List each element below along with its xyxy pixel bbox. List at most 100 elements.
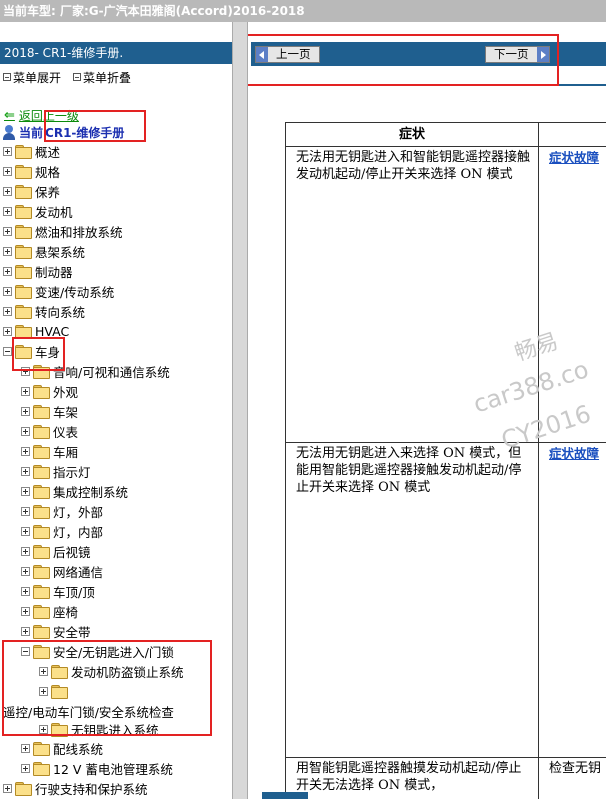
tree-item[interactable]: 行驶支持和保护系统 xyxy=(3,778,148,798)
tree-item[interactable]: 车顶/顶 xyxy=(21,581,95,601)
tree-item[interactable]: 制动器 xyxy=(3,261,73,281)
tree-item[interactable]: 灯，内部 xyxy=(21,521,103,541)
expand-toggle-icon[interactable] xyxy=(21,546,30,556)
expand-toggle-icon[interactable] xyxy=(21,566,30,576)
folder-icon xyxy=(15,225,32,239)
expand-toggle-icon[interactable] xyxy=(3,146,12,156)
expand-toggle-icon[interactable] xyxy=(3,326,12,336)
symptom-troubleshooting-link[interactable]: 症状故障 xyxy=(549,446,599,461)
tree-item-body[interactable]: 车身 xyxy=(3,341,60,361)
expand-toggle-icon[interactable] xyxy=(3,266,12,276)
folder-icon xyxy=(33,762,50,776)
expand-toggle-icon[interactable] xyxy=(21,366,30,376)
tree-item[interactable]: 网络通信 xyxy=(21,561,103,581)
expand-toggle-icon[interactable] xyxy=(21,526,30,536)
tree-item[interactable]: 规格 xyxy=(3,161,60,181)
back-link[interactable]: ⇐ 返回上一级 xyxy=(4,107,79,123)
folder-open-icon xyxy=(15,345,32,359)
tree-item[interactable] xyxy=(39,681,71,701)
tree-item[interactable]: 车架 xyxy=(21,401,78,421)
expand-toggle-icon[interactable] xyxy=(39,666,48,676)
tree-item[interactable]: 发动机 xyxy=(3,201,73,221)
tree-item-remote-check[interactable]: 遥控/电动车门锁/安全系统检查 xyxy=(3,701,174,721)
prev-page-button[interactable]: 上一页 xyxy=(255,46,320,63)
folder-icon xyxy=(15,165,32,179)
tree-item[interactable]: 座椅 xyxy=(21,601,78,621)
horizontal-scroll-thumb[interactable] xyxy=(262,792,308,799)
window-title: 当前车型: 厂家:G-广汽本田雅阁(Accord)2016-2018 xyxy=(0,0,606,22)
next-page-button[interactable]: 下一页 xyxy=(485,46,550,63)
expand-toggle-icon[interactable] xyxy=(21,606,30,616)
tree-item[interactable]: 发动机防盗锁止系统 xyxy=(39,661,184,681)
expand-toggle-icon[interactable] xyxy=(21,586,30,596)
expand-toggle-icon[interactable] xyxy=(21,386,30,396)
collapse-toggle-icon[interactable] xyxy=(3,346,12,356)
user-icon xyxy=(2,124,16,140)
expand-toggle-icon[interactable] xyxy=(21,486,30,496)
expand-toggle-icon[interactable] xyxy=(3,206,12,216)
folder-icon xyxy=(33,525,50,539)
content-pane: 上一页 下一页 症状 无法用无钥匙进入和智能钥匙遥控器接触发动机起动/停止开关来… xyxy=(248,22,606,799)
collapse-all-button[interactable]: 菜单折叠 xyxy=(73,69,131,86)
folder-icon xyxy=(15,285,32,299)
folder-icon xyxy=(15,265,32,279)
expand-toggle-icon[interactable] xyxy=(21,466,30,476)
expand-toggle-icon[interactable] xyxy=(3,783,12,793)
expand-toggle-icon[interactable] xyxy=(39,686,48,696)
expand-toggle-icon[interactable] xyxy=(3,286,12,296)
tree-item[interactable]: 灯，外部 xyxy=(21,501,103,521)
tree-item[interactable]: 外观 xyxy=(21,381,78,401)
collapse-toggle-icon[interactable] xyxy=(21,646,30,656)
action-cell: 症状故障 xyxy=(538,442,606,758)
expand-toggle-icon[interactable] xyxy=(3,166,12,176)
expand-toggle-icon[interactable] xyxy=(3,246,12,256)
tree-item[interactable]: 燃油和排放系统 xyxy=(3,221,123,241)
expand-collapse-row: 菜单展开 菜单折叠 xyxy=(3,69,139,85)
tree-item[interactable]: 保养 xyxy=(3,181,60,201)
pane-splitter[interactable] xyxy=(232,22,248,799)
folder-icon xyxy=(33,585,50,599)
tree-item[interactable]: 配线系统 xyxy=(21,738,103,758)
collapse-icon xyxy=(73,73,82,81)
tree-item[interactable]: 12 V 蓄电池管理系统 xyxy=(21,758,173,778)
expand-toggle-icon[interactable] xyxy=(21,406,30,416)
tree-item[interactable]: 仪表 xyxy=(21,421,78,441)
expand-toggle-icon[interactable] xyxy=(39,724,48,734)
folder-icon xyxy=(33,545,50,559)
expand-toggle-icon[interactable] xyxy=(3,186,12,196)
tree-item[interactable]: 车厢 xyxy=(21,441,78,461)
expand-toggle-icon[interactable] xyxy=(21,446,30,456)
folder-icon xyxy=(33,385,50,399)
arrow-left-icon xyxy=(256,47,268,62)
expand-toggle-icon[interactable] xyxy=(21,626,30,636)
tree-item[interactable]: 指示灯 xyxy=(21,461,91,481)
current-manual-name: CR1-维修手册 xyxy=(45,125,125,140)
folder-icon xyxy=(33,365,50,379)
folder-icon xyxy=(33,465,50,479)
tree-item[interactable]: 悬架系统 xyxy=(3,241,85,261)
tree-item-security[interactable]: 安全/无钥匙进入/门锁 xyxy=(21,641,174,661)
folder-icon xyxy=(33,625,50,639)
expand-all-button[interactable]: 菜单展开 xyxy=(3,69,61,86)
folder-icon xyxy=(33,565,50,579)
tree-item[interactable]: 无钥匙进入系统 xyxy=(39,719,159,739)
folder-icon xyxy=(51,685,68,699)
expand-toggle-icon[interactable] xyxy=(3,226,12,236)
tree-item[interactable]: 后视镜 xyxy=(21,541,91,561)
expand-toggle-icon[interactable] xyxy=(21,426,30,436)
tree-item[interactable]: 转向系统 xyxy=(3,301,85,321)
tree-item[interactable]: HVAC xyxy=(3,321,69,341)
symptom-troubleshooting-link[interactable]: 症状故障 xyxy=(549,150,599,165)
tree-item[interactable]: 安全带 xyxy=(21,621,91,641)
symptom-column-header: 症状 xyxy=(285,122,539,147)
expand-toggle-icon[interactable] xyxy=(21,743,30,753)
tree-item[interactable]: 集成控制系统 xyxy=(21,481,128,501)
expand-toggle-icon[interactable] xyxy=(3,306,12,316)
tree-item[interactable]: 概述 xyxy=(3,141,60,161)
expand-toggle-icon[interactable] xyxy=(21,506,30,516)
folder-icon xyxy=(33,605,50,619)
tree-item[interactable]: 变速/传动系统 xyxy=(3,281,114,301)
table-row: 用智能钥匙遥控器触摸发动机起动/停止开关无法选择 ON 模式， 检查无钥 xyxy=(285,757,606,799)
tree-item[interactable]: 音响/可视和通信系统 xyxy=(21,361,170,381)
expand-toggle-icon[interactable] xyxy=(21,763,30,773)
